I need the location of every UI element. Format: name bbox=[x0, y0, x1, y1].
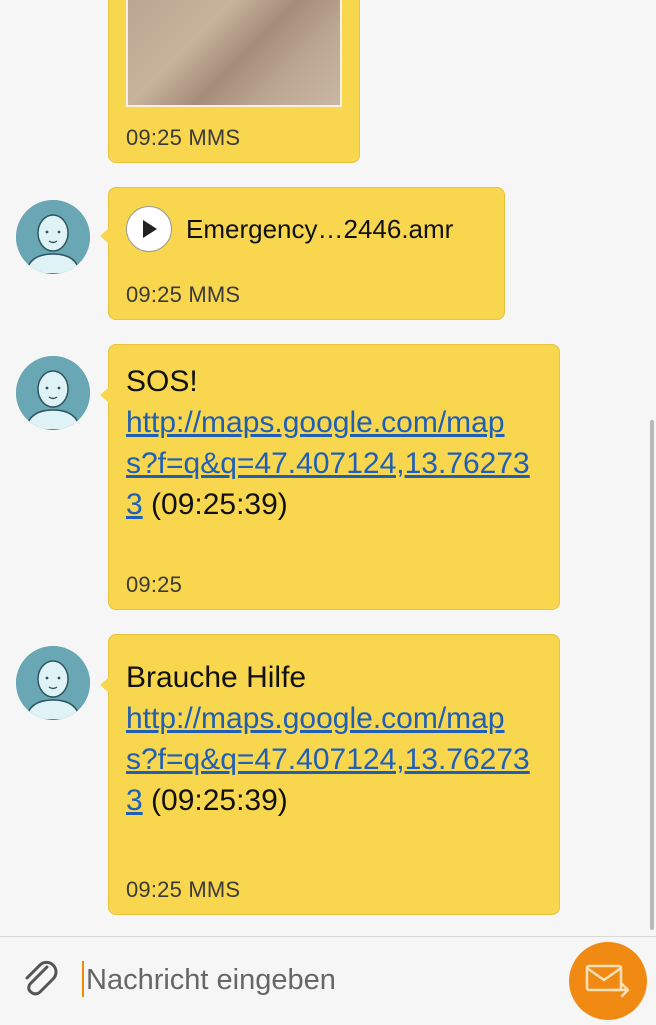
message-suffix: (09:25:39) bbox=[142, 488, 288, 521]
contact-avatar[interactable] bbox=[16, 356, 90, 430]
play-icon bbox=[143, 220, 157, 238]
scrollbar[interactable] bbox=[650, 420, 654, 930]
message-timestamp: 09:25 MMS bbox=[126, 125, 241, 150]
message-bubble-text[interactable]: SOS! http://maps.google.com/maps?f=q&q=4… bbox=[100, 344, 560, 610]
message-composer bbox=[0, 936, 656, 1025]
message-body: SOS! http://maps.google.com/maps?f=q&q=4… bbox=[126, 361, 536, 525]
audio-file-name: Emergency…2446.amr bbox=[186, 213, 454, 244]
message-bubble-text[interactable]: Brauche Hilfe http://maps.google.com/map… bbox=[100, 634, 560, 915]
message-thread[interactable]: 09:25 MMS Emergency…2446.amr 09:25 MMS S… bbox=[0, 0, 656, 936]
message-input-wrap[interactable] bbox=[82, 955, 552, 1005]
message-text: Brauche Hilfe bbox=[126, 661, 307, 694]
contact-avatar-icon bbox=[16, 646, 90, 720]
message-body: Brauche Hilfe http://maps.google.com/map… bbox=[126, 657, 536, 821]
contact-avatar[interactable] bbox=[16, 646, 90, 720]
contact-avatar-icon bbox=[16, 356, 90, 430]
contact-avatar[interactable] bbox=[16, 200, 90, 274]
text-cursor bbox=[82, 961, 84, 997]
message-bubble-image[interactable]: 09:25 MMS bbox=[108, 0, 360, 163]
message-text: SOS! bbox=[126, 365, 198, 398]
contact-avatar-icon bbox=[16, 200, 90, 274]
audio-attachment[interactable]: Emergency…2446.amr bbox=[126, 206, 487, 252]
send-message-icon bbox=[585, 964, 630, 998]
message-bubble-audio[interactable]: Emergency…2446.amr 09:25 MMS bbox=[100, 187, 505, 320]
attach-button[interactable] bbox=[16, 955, 62, 1001]
message-timestamp: 09:25 bbox=[126, 572, 183, 597]
message-suffix: (09:25:39) bbox=[142, 784, 288, 817]
message-timestamp: 09:25 MMS bbox=[126, 877, 241, 902]
message-input[interactable] bbox=[86, 955, 546, 1005]
message-timestamp: 09:25 MMS bbox=[126, 282, 241, 307]
send-button[interactable] bbox=[569, 942, 647, 1020]
play-button[interactable] bbox=[126, 206, 172, 252]
image-attachment[interactable] bbox=[126, 0, 342, 107]
paperclip-icon bbox=[25, 960, 58, 996]
